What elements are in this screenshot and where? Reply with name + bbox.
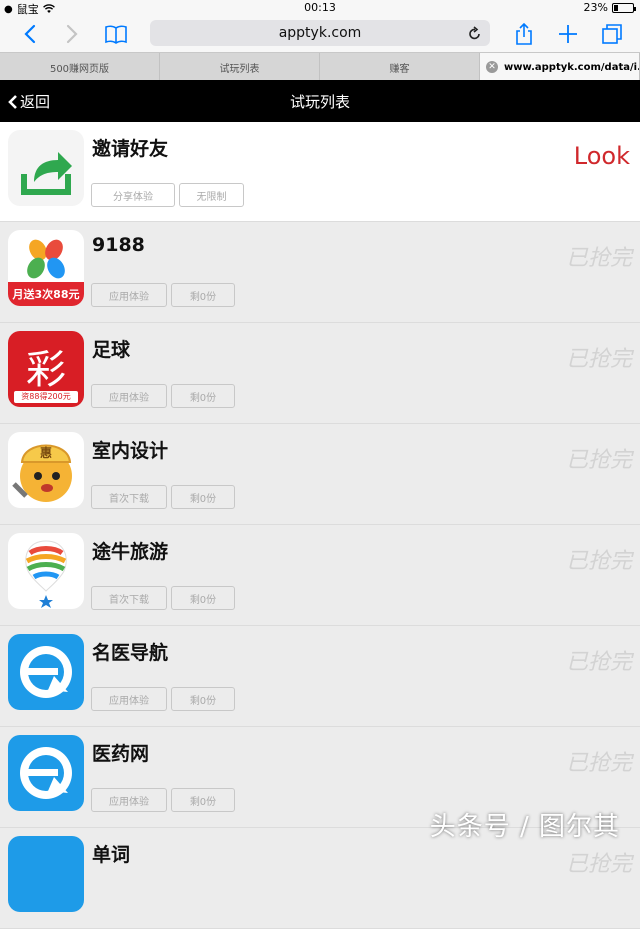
app-name: 途牛旅游 [92, 537, 168, 564]
close-tab-icon[interactable]: ✕ [486, 61, 498, 73]
list-item[interactable]: 单词 已抢完 [0, 828, 640, 929]
plus-icon [558, 24, 578, 44]
task-type-tag: 应用体验 [91, 283, 167, 307]
tabs-icon [601, 23, 623, 45]
url-text: apptyk.com [279, 25, 362, 41]
sold-out-label: 已抢完 [566, 846, 632, 878]
tab-strip: 500赚网页版 试玩列表 赚客 ✕ www.apptyk.com/data/i.… [0, 52, 640, 80]
status-bar: ● 鼠宝 00:13 23% [0, 0, 640, 16]
share-button[interactable] [510, 20, 538, 48]
task-type-tag: 应用体验 [91, 788, 167, 812]
task-type-tag: 首次下载 [91, 586, 167, 610]
tab-zhuanke[interactable]: 赚客 [320, 53, 480, 81]
tab-trial-list[interactable]: 试玩列表 [160, 53, 320, 81]
icon-glyph: 彩 [8, 337, 84, 395]
app-name: 室内设计 [92, 436, 168, 463]
tab-500zhuan[interactable]: 500赚网页版 [0, 53, 160, 81]
tab-label: 赚客 [390, 60, 410, 75]
app-name: 名医导航 [92, 638, 168, 665]
watermark: 头条号 / 图尔其 [430, 806, 620, 843]
tab-apptyk[interactable]: ✕ www.apptyk.com/data/i... [480, 53, 640, 81]
app-icon-football: 彩 资88得200元 [8, 331, 84, 407]
icon-banner: 月送3次88元 [8, 286, 84, 302]
app-name: 足球 [92, 335, 130, 362]
tab-label: 500赚网页版 [50, 60, 109, 75]
chevron-right-icon [65, 24, 79, 44]
app-icon-e-logo [8, 735, 84, 811]
list-item-invite[interactable]: 邀请好友 分享体验 无限制 Look [0, 122, 640, 222]
quota-tag: 剩0份 [171, 384, 235, 408]
new-tab-button[interactable] [554, 20, 582, 48]
app-name: 单词 [92, 840, 130, 867]
page-header: 返回 试玩列表 [0, 80, 640, 122]
status-right: 23% [584, 1, 634, 14]
task-type-tag: 应用体验 [91, 384, 167, 408]
share-icon [514, 22, 534, 46]
share-arrow-icon [8, 130, 84, 206]
sold-out-label: 已抢完 [566, 341, 632, 373]
app-icon-9188: 月送3次88元 [8, 230, 84, 306]
back-label: 返回 [20, 91, 50, 112]
app-name: 医药网 [92, 739, 149, 766]
task-type-tag: 分享体验 [91, 183, 175, 207]
app-icon-interior-design: 惠 [8, 432, 84, 508]
chevron-left-icon [23, 24, 37, 44]
sold-out-label: 已抢完 [566, 442, 632, 474]
browser-toolbar: apptyk.com [0, 16, 640, 52]
sold-out-label: 已抢完 [566, 644, 632, 676]
quota-tag: 剩0份 [171, 283, 235, 307]
app-icon-words [8, 836, 84, 912]
clock: 00:13 [0, 1, 640, 14]
tab-label: 试玩列表 [220, 60, 260, 75]
list-item[interactable]: 彩 资88得200元 足球 应用体验 剩0份 已抢完 [0, 323, 640, 424]
chevron-left-icon [8, 94, 18, 110]
book-icon [104, 24, 128, 44]
back-button[interactable] [16, 20, 44, 48]
icon-banner: 资88得200元 [14, 391, 78, 403]
quota-tag: 剩0份 [171, 687, 235, 711]
quota-tag: 剩0份 [171, 788, 235, 812]
list-item[interactable]: 惠 室内设计 首次下载 剩0份 已抢完 [0, 424, 640, 525]
reload-icon[interactable] [468, 25, 482, 41]
tabs-button[interactable] [598, 20, 626, 48]
page-title: 试玩列表 [0, 91, 640, 112]
app-name: 邀请好友 [92, 134, 168, 161]
quota-tag: 剩0份 [171, 586, 235, 610]
list-item[interactable]: 名医导航 应用体验 剩0份 已抢完 [0, 626, 640, 727]
list-item[interactable]: 途牛旅游 首次下载 剩0份 已抢完 [0, 525, 640, 626]
forward-button[interactable] [58, 20, 86, 48]
bookmarks-button[interactable] [102, 20, 130, 48]
battery-fill [614, 5, 618, 11]
app-name: 9188 [92, 234, 145, 256]
quota-tag: 无限制 [179, 183, 244, 207]
sold-out-label: 已抢完 [566, 240, 632, 272]
look-button[interactable]: Look [574, 142, 630, 170]
page-back-button[interactable]: 返回 [8, 91, 50, 112]
task-type-tag: 首次下载 [91, 485, 167, 509]
task-type-tag: 应用体验 [91, 687, 167, 711]
battery-icon [612, 3, 634, 13]
icon-glyph: 惠 [8, 444, 84, 461]
battery-percent: 23% [584, 1, 608, 14]
sold-out-label: 已抢完 [566, 745, 632, 777]
list-item[interactable]: 月送3次88元 9188 应用体验 剩0份 已抢完 [0, 222, 640, 323]
sold-out-label: 已抢完 [566, 543, 632, 575]
quota-tag: 剩0份 [171, 485, 235, 509]
app-icon-e-logo [8, 634, 84, 710]
tab-label: www.apptyk.com/data/i... [504, 62, 640, 73]
address-bar[interactable]: apptyk.com [150, 20, 490, 46]
app-icon-tuniu-balloon [8, 533, 84, 609]
